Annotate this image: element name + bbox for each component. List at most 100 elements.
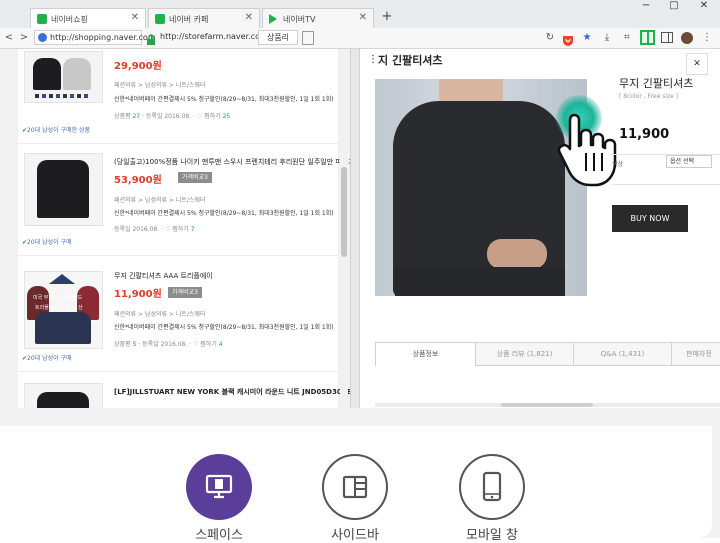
product-promo: 신한*네이버페이 간편결제시 5% 청구할인(8/29~8/31, 최대3천원할… [114,210,334,217]
divider [18,255,338,256]
mobile-phone-icon [482,471,502,502]
pane-menu-icon[interactable]: ⋮ [368,54,378,65]
forward-button[interactable]: > [17,31,31,45]
tab-product-info[interactable]: 상품정보 [375,342,475,366]
buyers-badge: ✔20대 남성이 구매 [22,239,72,246]
divider [18,143,338,144]
split-divider-handle[interactable] [350,49,360,408]
space-mode-label: 스페이스 [195,528,243,543]
menu-icon[interactable]: ⋮ [700,31,714,45]
right-url-field[interactable]: http://storefarm.naver.com [160,30,268,45]
split-view-icon [647,32,649,43]
tab-close-icon[interactable]: ✕ [359,12,367,23]
product-title[interactable]: (당일출고)100%정품 나이키 맨투맨 스우시 프렌치테리 후리원단 일주일만… [114,157,350,167]
buy-now-button[interactable]: BUY NOW [612,205,688,232]
product-category[interactable]: 패션의류 > 남성의류 > 니트/스웨터 [114,309,205,318]
product-price: 53,900원 [114,175,162,186]
monitor-icon [205,474,233,499]
black-sweatshirt-image [37,160,89,218]
split-label: 상품리 [266,33,290,42]
thumbnail-overlay-text: 트리플에이 국 내 생 산 [35,305,83,311]
address-toolbar: < > http://shopping.naver.com http://sto… [0,28,720,49]
back-button[interactable]: < [2,31,16,45]
tab-seller[interactable]: 판매자정 [671,342,720,366]
detail-header-title: 지 긴팔티셔츠 [378,54,443,67]
naver-tv-play-icon [269,14,277,24]
list-item[interactable]: [LF]JILLSTUART NEW YORK 블랙 캐시미어 라운드 니트 J… [18,379,350,408]
list-item[interactable]: 미국 무지티 1위 브랜드 트리플에이 국 내 생 산 무지 긴팔티셔츠 AAA… [18,263,338,363]
right-pane: ⋮ 지 긴팔티셔츠 ✕ 무지 긴팔티셔츠 [ 8color , Free siz… [360,49,720,408]
maximize-button[interactable]: □ [660,0,688,12]
tab-close-icon[interactable]: ✕ [245,12,253,23]
tab-qna[interactable]: Q&A (1,431) [573,342,671,366]
divider [612,184,720,185]
download-icon[interactable]: ⤓ [600,31,614,45]
sidebar-mode-button[interactable] [322,454,388,520]
tab-label: 네이버 카페 [169,15,209,24]
product-price: 29,900원 [114,61,162,72]
list-item[interactable]: (당일출고)100%정품 나이키 맨투맨 스우시 프렌치테리 후리원단 일주일만… [18,149,350,249]
sidebar-icon[interactable] [661,32,673,43]
tab-reviews[interactable]: 상품 리뷰 (1,821) [475,342,573,366]
crop-icon[interactable]: ⌗ [620,31,634,45]
right-url-text: http://storefarm.naver.com [160,32,268,41]
product-split-button[interactable]: 상품리 [258,30,298,45]
product-thumbnail[interactable] [24,51,103,103]
product-title[interactable]: [LF]JILLSTUART NEW YORK 블랙 캐시미어 라운드 니트 J… [114,387,350,397]
divider [18,371,338,372]
black-shirt-image [33,58,61,90]
product-category[interactable]: 패션의류 > 남성의류 > 니트/스웨터 [114,195,205,204]
list-item[interactable]: 29,900원 패션의류 > 남성의류 > 니트/스웨터 신한*네이버페이 간편… [18,49,338,143]
mobile-mode-button[interactable] [459,454,525,520]
left-url-text: http://shopping.naver.com [50,33,156,42]
buyers-badge: ✔20대 남성이 구매한 상품 [22,127,91,134]
tab-label: 네이버쇼핑 [51,15,88,24]
product-list: 29,900원 패션의류 > 남성의류 > 니트/스웨터 신한*네이버페이 간편… [18,49,350,408]
wish-icon: ♡ [164,226,171,233]
minimize-button[interactable]: − [632,0,660,12]
naver-shopping-favicon-icon [37,14,47,24]
product-thumbnail[interactable]: 미국 무지티 1위 브랜드 트리플에이 국 내 생 산 [24,271,103,349]
new-tab-button[interactable]: + [378,8,396,26]
review-count: 5 [132,341,137,348]
tab-naver-tv[interactable]: 네이버TV ✕ [262,8,374,28]
pocket-icon[interactable] [562,32,574,46]
profile-avatar[interactable] [681,32,693,44]
aaa-logo-icon [49,274,75,284]
mode-panel: 스페이스 사이드바 모바일 창 [0,408,720,543]
split-view-toggle[interactable] [640,30,655,45]
space-mode-button[interactable] [186,454,252,520]
product-promo: 신한*네이버페이 간편결제시 5% 청구할인(8/29~8/31, 최대3천원할… [114,96,334,103]
product-thumbnail[interactable] [24,153,103,226]
right-hscrollbar[interactable] [375,403,720,407]
product-category[interactable]: 패션의류 > 남성의류 > 니트/스웨터 [114,80,205,89]
sidebar-layout-icon [342,475,368,499]
left-url-field[interactable]: http://shopping.naver.com [34,30,156,45]
lock-icon [146,31,156,45]
product-title[interactable]: 무지 긴팔티셔츠 AAA 트리플에이 [114,271,213,281]
left-pane: 29,900원 패션의류 > 남성의류 > 니트/스웨터 신한*네이버페이 간편… [0,49,350,408]
close-window-button[interactable]: ✕ [690,0,718,12]
price-compare-button[interactable]: 가격비교3 [168,287,202,298]
option-select[interactable]: 옵션 선택 [666,155,712,168]
black-knit-image [37,392,89,408]
left-scrollbar[interactable] [340,49,348,408]
close-pane-button[interactable]: ✕ [686,53,708,75]
product-meta: 상품평 27 · 등록일 2016.08. · ♡ 찜하기 25 [114,113,231,120]
tab-naver-shopping[interactable]: 네이버쇼핑 ✕ [30,8,146,28]
product-option-hint: [ 8color , Free size ] [619,93,679,100]
mobile-mode-label: 모바일 창 [466,528,518,543]
scrollbar-thumb[interactable] [341,167,347,257]
favorite-star-icon[interactable]: ★ [580,31,594,45]
product-thumbnail[interactable] [24,383,103,408]
mode-panel-card: 스페이스 사이드바 모바일 창 [0,426,712,543]
naver-cafe-favicon-icon [155,14,165,24]
page-icon[interactable] [302,31,314,45]
gray-shirt-image [63,58,91,90]
scrollbar-thumb[interactable] [501,403,593,407]
tab-close-icon[interactable]: ✕ [131,12,139,23]
price-compare-button[interactable]: 가격비교3 [178,172,212,183]
tab-naver-cafe[interactable]: 네이버 카페 ✕ [148,8,260,28]
wish-icon: ♡ [196,113,203,120]
refresh-icon[interactable]: ↻ [543,31,557,45]
